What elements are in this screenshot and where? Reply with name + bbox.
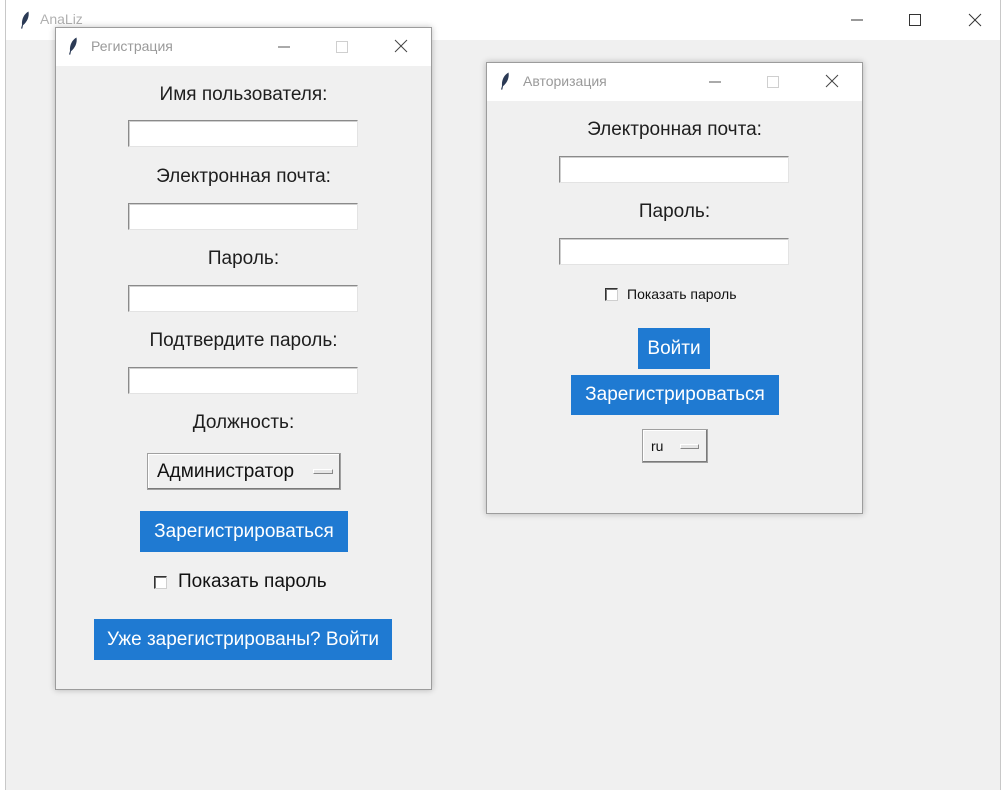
minimize-button[interactable] [704,71,726,93]
maximize-button[interactable] [904,9,926,31]
language-selected-value: ru [651,438,664,454]
dropdown-indicator-icon [680,444,699,449]
password-input[interactable] [559,238,789,265]
close-button[interactable] [390,35,412,57]
role-selected-value: Администратор [157,460,295,482]
maximize-button[interactable] [331,36,353,58]
maximize-icon [909,14,921,26]
login-title-bar[interactable]: Авторизация [487,63,862,101]
feather-icon [21,11,29,29]
minimize-icon [709,81,721,83]
registration-window: Регистрация Имя пользователя: Электронна… [55,27,432,690]
window-title: AnaLiz [40,11,83,27]
feather-icon [501,72,509,90]
confirm-password-label: Подтвердите пароль: [149,330,338,351]
show-password-checkbox[interactable] [605,287,618,301]
close-button[interactable] [964,9,986,31]
confirm-password-input[interactable] [128,367,358,394]
login-window: Авторизация Электронная почта: Пароль: П… [486,62,863,514]
maximize-button[interactable] [762,71,784,93]
close-icon [825,74,839,88]
username-label: Имя пользователя: [159,84,328,105]
close-icon [394,39,408,53]
minimize-button[interactable] [273,36,295,58]
window-title: Регистрация [91,38,173,54]
close-button[interactable] [821,70,843,92]
register-button[interactable]: Зарегистрироваться [140,511,348,552]
show-password-row[interactable]: Показать пароль [605,286,737,302]
close-icon [968,13,982,27]
maximize-icon [767,76,779,88]
password-input[interactable] [128,285,358,312]
password-label: Пароль: [638,201,711,222]
language-dropdown[interactable]: ru [642,429,708,463]
window-title: Авторизация [523,73,607,89]
show-password-row[interactable]: Показать пароль [154,571,327,593]
already-registered-login-button[interactable]: Уже зарегистрированы? Войти [94,619,392,660]
register-button[interactable]: Зарегистрироваться [571,375,779,415]
email-input[interactable] [128,203,358,230]
email-label: Электронная почта: [156,166,331,187]
email-label: Электронная почта: [587,119,762,140]
registration-title-bar[interactable]: Регистрация [56,28,431,66]
login-button[interactable]: Войти [638,328,710,369]
show-password-label: Показать пароль [627,286,737,302]
minimize-icon [851,19,863,21]
role-label: Должность: [192,412,295,433]
username-input[interactable] [128,120,358,147]
dropdown-indicator-icon [313,469,333,474]
maximize-icon [336,41,348,53]
minimize-icon [278,46,290,48]
feather-icon [69,37,77,55]
show-password-label: Показать пароль [178,571,327,592]
email-input[interactable] [559,156,789,183]
password-label: Пароль: [207,248,280,269]
show-password-checkbox[interactable] [154,575,167,589]
minimize-button[interactable] [846,9,868,31]
role-dropdown[interactable]: Администратор [147,453,341,490]
